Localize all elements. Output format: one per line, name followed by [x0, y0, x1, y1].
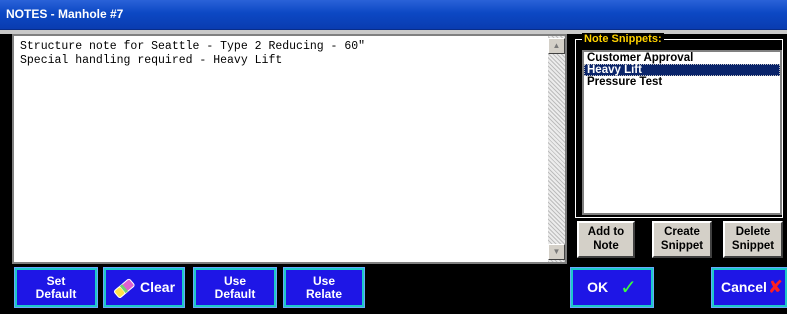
- title-bar: NOTES - Manhole #7: [0, 0, 787, 30]
- set-default-label-2: Default: [35, 287, 77, 301]
- cancel-label: Cancel: [720, 279, 767, 295]
- window-title: NOTES - Manhole #7: [6, 7, 124, 21]
- ok-label: OK: [587, 279, 609, 295]
- clear-label: Clear: [140, 279, 176, 295]
- create-snippet-button[interactable]: Create Snippet: [652, 221, 712, 258]
- snippet-item-customer-approval[interactable]: Customer Approval: [584, 52, 780, 64]
- use-default-button[interactable]: Use Default: [193, 267, 277, 308]
- scroll-up-button[interactable]: ▲: [548, 38, 565, 54]
- notes-text-content[interactable]: Structure note for Seattle - Type 2 Redu…: [20, 40, 540, 68]
- create-snippet-label-2: Snippet: [660, 240, 704, 252]
- use-relate-button[interactable]: Use Relate: [283, 267, 365, 308]
- arrow-up-icon: ▲: [552, 41, 561, 50]
- arrow-down-icon: ▼: [552, 247, 561, 256]
- set-default-button[interactable]: Set Default: [14, 267, 98, 308]
- snippet-item-heavy-lift[interactable]: Heavy Lift: [584, 64, 780, 76]
- snippets-legend: Note Snippets:: [582, 33, 664, 46]
- add-to-note-label-2: Note: [593, 240, 619, 252]
- snippets-group: Note Snippets: Customer Approval Heavy L…: [575, 33, 783, 218]
- delete-snippet-label-2: Snippet: [731, 240, 775, 252]
- delete-snippet-button[interactable]: Delete Snippet: [723, 221, 783, 258]
- use-relate-label-2: Relate: [305, 287, 343, 301]
- x-mark-icon: ✘: [767, 277, 783, 297]
- delete-snippet-label-1: Delete: [735, 226, 771, 238]
- notes-window: NOTES - Manhole #7 Structure note for Se…: [0, 0, 787, 314]
- notes-textarea[interactable]: Structure note for Seattle - Type 2 Redu…: [12, 34, 567, 264]
- add-to-note-label-1: Add to: [587, 226, 625, 238]
- eraser-icon: [114, 278, 135, 298]
- create-snippet-label-1: Create: [664, 226, 700, 238]
- scroll-down-button[interactable]: ▼: [548, 244, 565, 260]
- notes-line: Structure note for Seattle - Type 2 Redu…: [20, 40, 366, 53]
- bottom-toolbar: Set Default Clear Use Default Use Relate…: [0, 264, 787, 314]
- notes-scrollbar[interactable]: ▲ ▼: [548, 36, 565, 262]
- cancel-button[interactable]: Cancel✘: [711, 267, 787, 308]
- ok-button[interactable]: OK ✓: [570, 267, 654, 308]
- checkmark-icon: ✓: [620, 277, 637, 299]
- snippets-panel: Note Snippets: Customer Approval Heavy L…: [571, 33, 787, 264]
- use-default-label-2: Default: [214, 287, 256, 301]
- snippet-item-pressure-test[interactable]: Pressure Test: [584, 76, 780, 88]
- clear-button[interactable]: Clear: [103, 267, 185, 308]
- notes-line: Special handling required - Heavy Lift: [20, 54, 283, 67]
- add-to-note-button[interactable]: Add to Note: [577, 221, 635, 258]
- snippets-list[interactable]: Customer Approval Heavy Lift Pressure Te…: [582, 50, 782, 215]
